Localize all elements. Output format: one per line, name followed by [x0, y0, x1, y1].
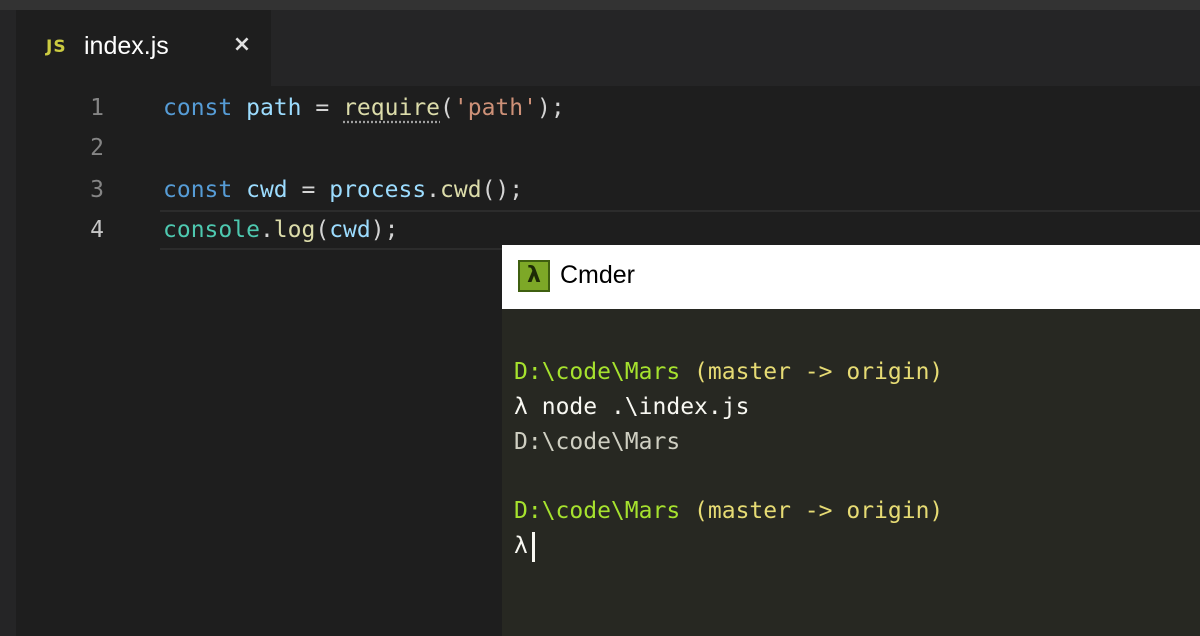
left-bar — [0, 10, 16, 636]
top-strip — [0, 0, 1200, 10]
screen: JS index.js × 1 2 3 4 const path = requi… — [0, 0, 1200, 636]
argument: cwd — [329, 217, 371, 243]
object: console — [163, 217, 260, 243]
close-icon[interactable]: × — [228, 30, 256, 60]
javascript-file-icon: JS — [46, 37, 67, 57]
command-output: D:\code\Mars — [514, 429, 681, 455]
terminal-prompt-line[interactable]: λ — [514, 529, 535, 563]
cmder-title-bar[interactable]: λ Cmder — [502, 245, 1200, 309]
git-branch: (master -> origin) — [694, 498, 944, 524]
code-line-3[interactable]: const cwd = process.cwd(); — [163, 170, 523, 210]
line-number-active: 4 — [90, 217, 104, 243]
terminal-line: D:\code\Mars (master -> origin) — [514, 355, 943, 389]
line-number: 1 — [90, 95, 104, 121]
operator: = — [301, 177, 316, 203]
lambda-icon: λ — [518, 260, 550, 292]
code-line-1[interactable]: const path = require('path'); — [163, 88, 565, 128]
window-title: Cmder — [560, 261, 636, 289]
cmder-window[interactable]: λ Cmder D:\code\Mars (master -> origin) … — [502, 245, 1200, 636]
function-call: require — [343, 95, 441, 121]
operator: = — [315, 95, 330, 121]
lambda-prompt: λ — [514, 533, 528, 559]
terminal-line: D:\code\Mars — [514, 425, 680, 459]
terminal-command: node .\index.js — [541, 394, 750, 420]
punctuation: ); — [536, 95, 565, 121]
terminal-line: D:\code\Mars (master -> origin) — [514, 494, 943, 528]
variable: path — [246, 95, 302, 121]
terminal-path: D:\code\Mars — [514, 359, 681, 385]
variable: cwd — [246, 177, 288, 203]
line-number: 3 — [90, 177, 104, 203]
punctuation: ( — [315, 217, 330, 243]
terminal-path: D:\code\Mars — [514, 498, 681, 524]
punctuation: . — [259, 217, 274, 243]
code-line-4[interactable]: console.log(cwd); — [163, 210, 398, 250]
punctuation: ( — [440, 95, 454, 121]
function-call: cwd — [440, 177, 482, 203]
keyword: const — [163, 95, 233, 121]
tab-label: index.js — [84, 32, 169, 60]
punctuation: . — [426, 177, 441, 203]
text-cursor — [531, 531, 535, 562]
punctuation: (); — [481, 177, 524, 203]
line-number: 2 — [90, 135, 104, 161]
punctuation: ); — [370, 217, 399, 243]
string-literal: 'path' — [453, 95, 537, 121]
lambda-prompt: λ — [514, 394, 528, 420]
function-call: log — [273, 217, 316, 243]
terminal-line: λ node .\index.js — [514, 390, 749, 424]
object: process — [329, 177, 427, 203]
git-branch: (master -> origin) — [694, 359, 944, 385]
tab-index-js[interactable]: JS index.js × — [16, 10, 271, 86]
keyword: const — [163, 177, 233, 203]
